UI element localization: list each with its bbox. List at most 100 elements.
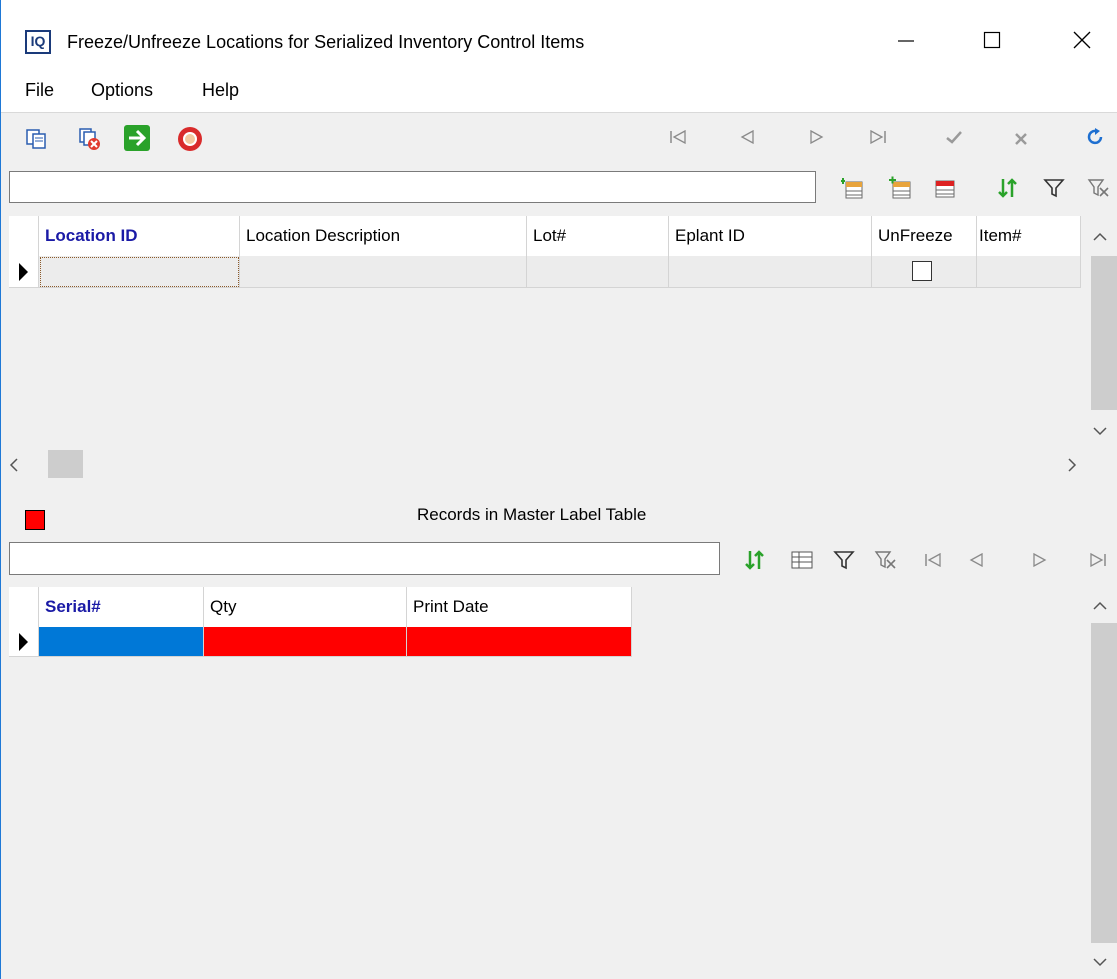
title-bar: IQ Freeze/Unfreeze Locations for Seriali… [1, 0, 1117, 76]
current-row-arrow-icon [19, 263, 28, 281]
nav-next-button[interactable] [802, 122, 832, 152]
current-row-arrow-icon [19, 633, 28, 651]
cancel-x-icon [1015, 133, 1027, 145]
append-row-button[interactable] [885, 173, 915, 203]
copy-button[interactable] [21, 124, 51, 154]
col-unfreeze[interactable]: UnFreeze [872, 216, 977, 256]
nav-prev-button[interactable] [732, 122, 762, 152]
cancel-edit-button[interactable] [1006, 124, 1036, 154]
row-indicator-header [9, 216, 39, 256]
filter-icon [833, 551, 855, 570]
maximize-icon [983, 31, 1001, 49]
post-button[interactable] [939, 122, 969, 152]
menu-options[interactable]: Options [91, 80, 153, 101]
minimize-button[interactable] [881, 22, 931, 58]
lower-nav-last-button[interactable] [1083, 545, 1113, 575]
refresh-button[interactable] [1080, 122, 1110, 152]
close-icon [1073, 31, 1091, 49]
next-record-icon [1033, 553, 1047, 567]
delete-row-button[interactable] [930, 173, 960, 203]
clear-filter-icon [874, 551, 896, 569]
col-qty[interactable]: Qty [204, 587, 407, 627]
scroll-down-icon [1093, 427, 1107, 436]
lower-filter-button[interactable] [829, 545, 859, 575]
col-location-description[interactable]: Location Description [240, 216, 527, 256]
status-indicator [25, 510, 45, 530]
sort-icon [745, 550, 764, 570]
cell-eplant-id[interactable] [669, 256, 872, 288]
cell-item[interactable] [977, 256, 1081, 288]
menu-file[interactable]: File [25, 80, 54, 101]
clear-filter-button[interactable] [1084, 173, 1114, 203]
table-delete-icon [935, 180, 955, 198]
scroll-up-icon [1093, 601, 1107, 610]
execute-button[interactable] [122, 123, 152, 153]
locations-grid: Location ID Location Description Lot# Ep… [9, 216, 1117, 484]
lower-columns-button[interactable] [787, 545, 817, 575]
filter-button[interactable] [1039, 173, 1069, 203]
lower-clear-filter-button[interactable] [871, 545, 901, 575]
cell-location-description[interactable] [240, 256, 527, 288]
lower-nav-prev-button[interactable] [961, 545, 991, 575]
sort-button[interactable] [993, 173, 1023, 203]
lower-vscroll-thumb[interactable] [1091, 623, 1117, 943]
row-indicator-header [9, 587, 39, 627]
checkmark-icon [946, 131, 962, 144]
next-record-icon [810, 130, 824, 144]
col-serial[interactable]: Serial# [39, 587, 204, 627]
prior-record-icon [740, 130, 754, 144]
nav-last-button[interactable] [863, 122, 893, 152]
cell-lot[interactable] [527, 256, 669, 288]
upper-vertical-scrollbar[interactable] [1081, 216, 1117, 448]
unfreeze-checkbox[interactable] [912, 261, 932, 281]
master-label-grid: Serial# Qty Print Date [9, 587, 1117, 979]
lower-nav-first-button[interactable] [918, 545, 948, 575]
menu-bar [1, 76, 1117, 112]
menu-help[interactable]: Help [202, 80, 239, 101]
upper-vscroll-thumb[interactable] [1091, 256, 1117, 410]
col-location-id[interactable]: Location ID [39, 216, 240, 256]
refresh-icon [1087, 128, 1103, 145]
last-record-icon [1090, 553, 1106, 567]
lower-search-input[interactable] [9, 542, 720, 575]
clear-filter-icon [1087, 179, 1109, 197]
table-add-icon [889, 176, 911, 199]
cell-qty[interactable] [204, 627, 407, 657]
col-item[interactable]: Item# [977, 216, 1081, 256]
grid-columns-icon [791, 551, 813, 569]
upper-hscroll-thumb[interactable] [48, 450, 83, 478]
close-button[interactable] [1057, 22, 1107, 58]
minimize-icon [898, 40, 914, 42]
stop-button[interactable] [175, 124, 205, 154]
insert-row-button[interactable] [837, 173, 867, 203]
lower-nav-next-button[interactable] [1025, 545, 1055, 575]
table-insert-icon [841, 178, 863, 199]
main-window: IQ Freeze/Unfreeze Locations for Seriali… [0, 0, 1117, 979]
cell-serial[interactable] [39, 627, 204, 657]
scroll-right-icon [1068, 458, 1077, 472]
lower-vertical-scrollbar[interactable] [1081, 587, 1117, 979]
nav-first-button[interactable] [663, 122, 693, 152]
scroll-up-icon [1093, 232, 1107, 241]
lower-sort-button[interactable] [740, 545, 770, 575]
first-record-icon [670, 130, 686, 144]
prior-record-icon [969, 553, 983, 567]
stop-hand-icon [178, 127, 202, 151]
cell-location-id[interactable] [39, 256, 240, 288]
copy-records-icon [26, 129, 46, 149]
col-lot[interactable]: Lot# [527, 216, 669, 256]
window-title: Freeze/Unfreeze Locations for Serialized… [67, 32, 585, 52]
col-eplant-id[interactable]: Eplant ID [669, 216, 872, 256]
row-indicator [9, 627, 39, 657]
cell-print-date[interactable] [407, 627, 632, 657]
filter-icon [1043, 179, 1065, 198]
col-print-date[interactable]: Print Date [407, 587, 632, 627]
upper-horizontal-scrollbar[interactable] [9, 448, 1081, 480]
upper-search-input[interactable] [9, 171, 816, 203]
first-record-icon [925, 553, 941, 567]
maximize-button[interactable] [967, 22, 1017, 58]
row-indicator [9, 256, 39, 288]
last-record-icon [870, 130, 886, 144]
remove-button[interactable] [75, 124, 105, 154]
scroll-down-icon [1093, 958, 1107, 967]
